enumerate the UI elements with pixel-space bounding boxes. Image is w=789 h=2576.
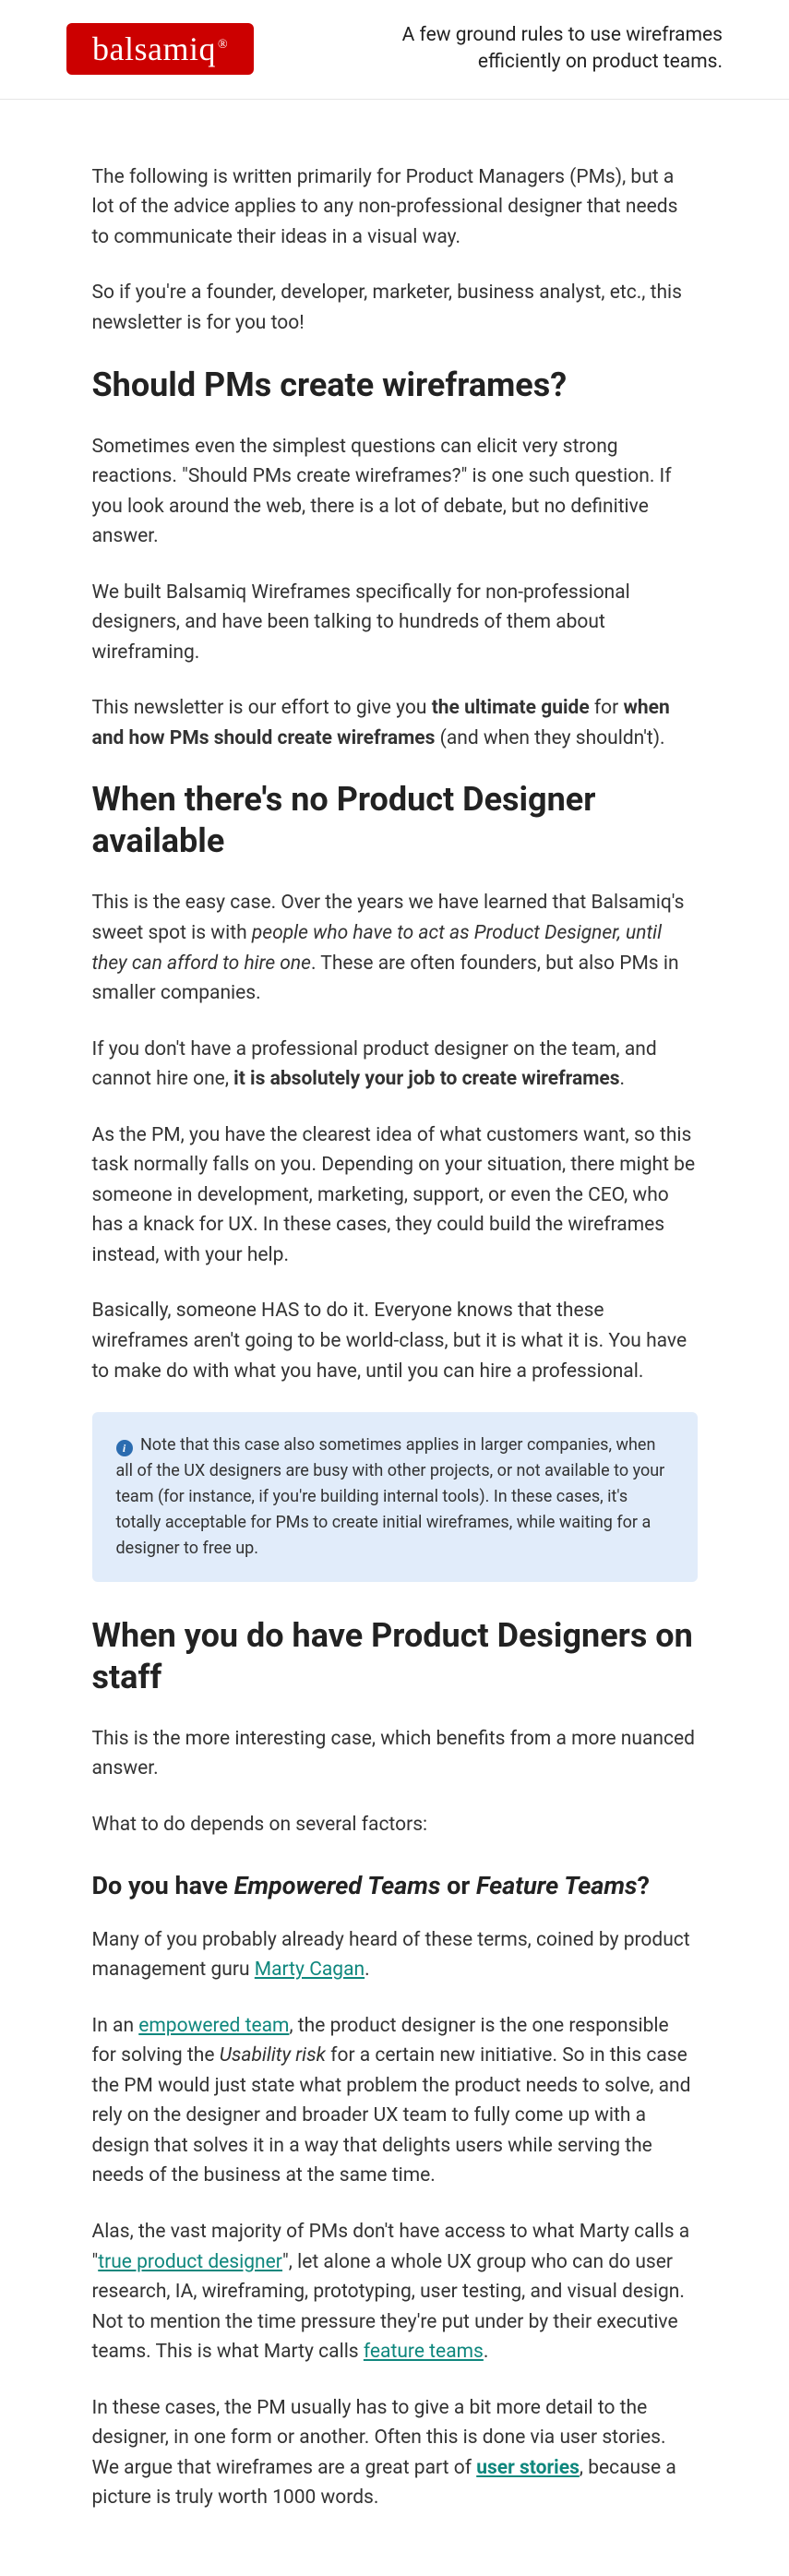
intro-paragraph-2: So if you're a founder, developer, marke… bbox=[92, 278, 698, 338]
heading-should-pms: Should PMs create wireframes? bbox=[92, 365, 698, 406]
link-marty-cagan[interactable]: Marty Cagan bbox=[255, 1959, 365, 1981]
sec4-paragraph-4: In these cases, the PM usually has to gi… bbox=[92, 2393, 698, 2513]
sec1-paragraph-1: Sometimes even the simplest questions ca… bbox=[92, 432, 698, 552]
text-span: . bbox=[365, 1959, 370, 1981]
text-span: Many of you probably already heard of th… bbox=[92, 1929, 690, 1982]
header-tagline: A few ground rules to use wireframes eff… bbox=[353, 22, 723, 77]
link-true-product-designer[interactable]: true product designer bbox=[98, 2251, 282, 2273]
text-span: or bbox=[440, 1871, 476, 1900]
text-span: . bbox=[620, 1068, 626, 1090]
italic-text: Usability risk bbox=[220, 2044, 326, 2067]
sec2-paragraph-3: As the PM, you have the clearest idea of… bbox=[92, 1120, 698, 1271]
heading-have-designers: When you do have Product Designers on st… bbox=[92, 1615, 698, 1698]
text-span: . bbox=[484, 2341, 489, 2363]
intro-paragraph-1: The following is written primarily for P… bbox=[92, 162, 698, 253]
italic-text: Feature Teams bbox=[476, 1871, 638, 1900]
sec1-paragraph-2: We built Balsamiq Wireframes specificall… bbox=[92, 578, 698, 668]
logo-text: balsamiq bbox=[92, 30, 216, 67]
logo-registered-mark: ® bbox=[218, 38, 228, 52]
article-body: The following is written primarily for P… bbox=[63, 100, 727, 2576]
sec2-paragraph-4: Basically, someone HAS to do it. Everyon… bbox=[92, 1296, 698, 1386]
text-span: This newsletter is our effort to give yo… bbox=[92, 697, 432, 719]
info-icon: i bbox=[116, 1440, 133, 1456]
sec3-paragraph-1: This is the more interesting case, which… bbox=[92, 1724, 698, 1784]
sec3-paragraph-2: What to do depends on several factors: bbox=[92, 1810, 698, 1840]
link-user-stories[interactable]: user stories bbox=[476, 2457, 580, 2479]
page-header: balsamiq® A few ground rules to use wire… bbox=[0, 0, 789, 100]
text-span: for bbox=[590, 697, 624, 719]
text-span: In an bbox=[92, 2015, 139, 2037]
sec1-paragraph-3: This newsletter is our effort to give yo… bbox=[92, 693, 698, 753]
sec4-paragraph-1: Many of you probably already heard of th… bbox=[92, 1925, 698, 1985]
balsamiq-logo: balsamiq® bbox=[66, 23, 254, 75]
text-span: Do you have bbox=[92, 1871, 234, 1900]
bold-text: the ultimate guide bbox=[432, 697, 590, 719]
italic-text: Empowered Teams bbox=[234, 1871, 441, 1900]
text-span: (and when they shouldn't). bbox=[435, 727, 664, 749]
sec2-paragraph-2: If you don't have a professional product… bbox=[92, 1035, 698, 1095]
sec4-paragraph-3: Alas, the vast majority of PMs don't hav… bbox=[92, 2217, 698, 2367]
sec4-paragraph-2: In an empowered team, the product design… bbox=[92, 2011, 698, 2191]
heading-empowered-vs-feature: Do you have Empowered Teams or Feature T… bbox=[92, 1869, 698, 1902]
info-note-text: Note that this case also sometimes appli… bbox=[116, 1435, 665, 1558]
info-callout: i Note that this case also sometimes app… bbox=[92, 1412, 698, 1581]
link-empowered-team[interactable]: empowered team bbox=[138, 2015, 289, 2037]
text-span: ? bbox=[638, 1871, 650, 1900]
bold-text: it is absolutely your job to create wire… bbox=[233, 1068, 619, 1090]
link-feature-teams[interactable]: feature teams bbox=[364, 2341, 484, 2363]
sec2-paragraph-1: This is the easy case. Over the years we… bbox=[92, 888, 698, 1008]
heading-no-designer: When there's no Product Designer availab… bbox=[92, 779, 698, 862]
